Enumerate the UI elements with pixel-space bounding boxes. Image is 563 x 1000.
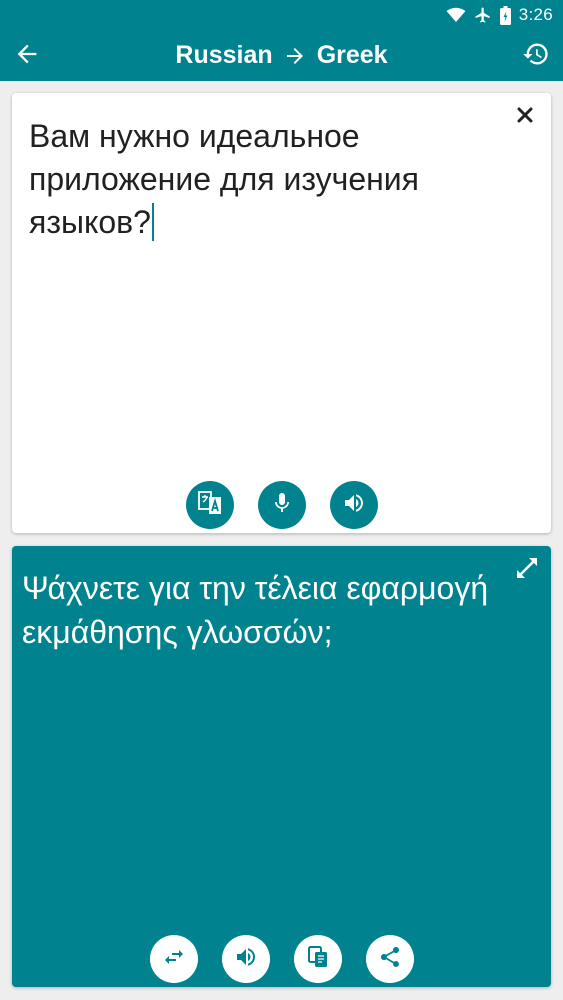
translate-icon (197, 490, 223, 521)
source-language-selector[interactable]: Russian (175, 41, 272, 70)
source-text: Вам нужно идеальное приложение для изуче… (29, 118, 419, 240)
swap-languages-button[interactable] (149, 935, 198, 983)
speaker-icon (234, 945, 258, 974)
speak-source-button[interactable] (329, 481, 378, 529)
app-bar: Russian Greek (0, 30, 563, 81)
status-time: 3:26 (518, 5, 553, 24)
clear-button[interactable] (511, 103, 539, 131)
expand-icon (514, 555, 540, 586)
language-pair: Russian Greek (0, 30, 563, 81)
swap-icon (162, 945, 186, 974)
wifi-icon (446, 7, 466, 23)
translate-button[interactable] (185, 481, 234, 529)
translation-text: Ψάχνετε για την τέλεια εφαρμογή εκμάθηση… (22, 570, 489, 650)
translation-card: Ψάχνετε για την τέλεια εφαρμογή εκμάθηση… (12, 546, 551, 987)
translation-actions (12, 935, 551, 983)
target-language-selector[interactable]: Greek (317, 41, 388, 70)
speak-translation-button[interactable] (221, 935, 270, 983)
airplane-mode-icon (474, 6, 492, 24)
microphone-button[interactable] (257, 481, 306, 529)
source-card: Вам нужно идеальное приложение для изуче… (12, 93, 551, 533)
swap-direction-arrow-icon (283, 44, 307, 68)
source-actions (12, 481, 551, 529)
microphone-icon (270, 491, 294, 520)
history-button[interactable] (521, 41, 551, 71)
history-icon (522, 40, 550, 73)
text-cursor (151, 203, 154, 241)
source-text-input[interactable]: Вам нужно идеальное приложение для изуче… (29, 115, 499, 244)
share-icon (378, 945, 402, 974)
speaker-icon (342, 491, 366, 520)
copy-icon (306, 945, 330, 974)
status-icons: 3:26 (446, 4, 553, 26)
status-bar: 3:26 (0, 0, 563, 30)
share-button[interactable] (365, 935, 414, 983)
expand-button[interactable] (513, 556, 541, 584)
battery-icon (499, 5, 511, 25)
copy-button[interactable] (293, 935, 342, 983)
clear-icon (517, 107, 533, 128)
